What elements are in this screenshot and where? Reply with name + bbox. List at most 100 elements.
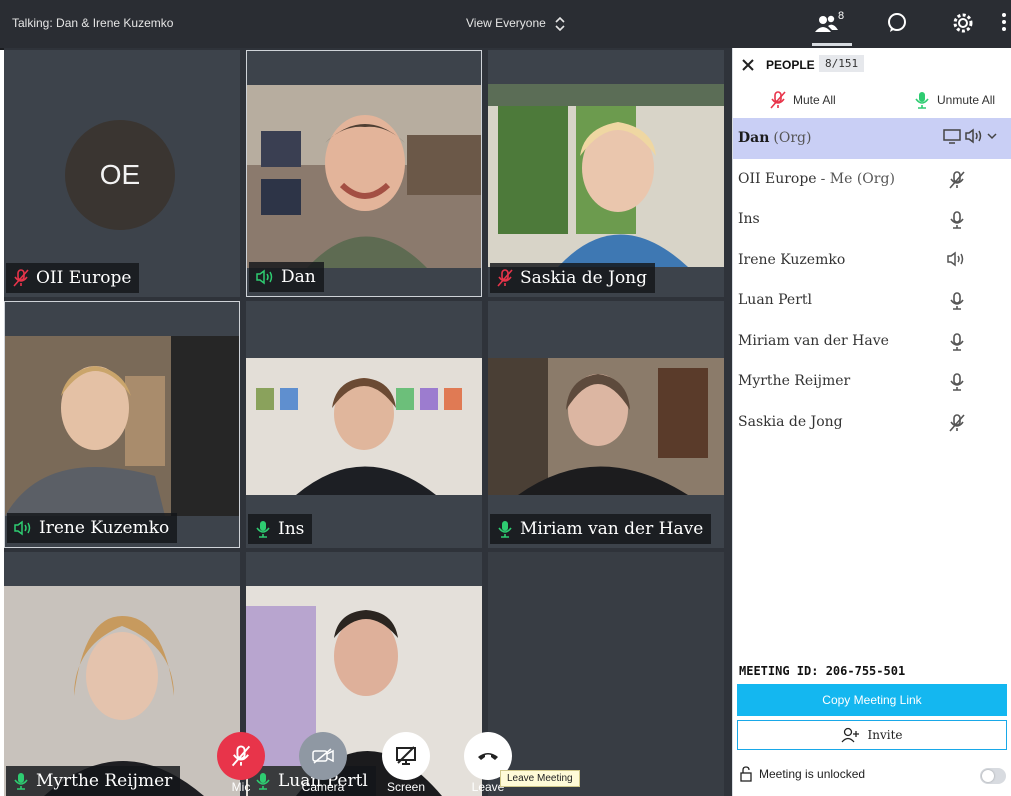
person-status	[948, 170, 966, 194]
screen-share-off-icon	[396, 746, 416, 765]
invite-button[interactable]: Invite	[737, 720, 1007, 750]
person-name: Miriam van der Have	[738, 332, 889, 349]
participant-name: Irene Kuzemko	[39, 518, 170, 538]
video-grid: OE OII Europe Dan Saskia de Jong Irene K…	[4, 48, 732, 796]
unmute-all-button[interactable]: Unmute All	[913, 90, 995, 110]
person-name: OII Europe - Me (Org)	[738, 170, 895, 187]
meeting-lock-status: Meeting is unlocked	[739, 766, 865, 782]
chat-button[interactable]	[886, 12, 908, 37]
mic-button[interactable]	[217, 732, 265, 780]
add-user-icon	[841, 727, 860, 743]
people-button[interactable]: 8	[812, 8, 852, 46]
list-item-irene-kuzemko[interactable]: Irene Kuzemko	[733, 240, 1011, 281]
mic-icon	[950, 292, 964, 310]
mic-muted-icon	[770, 91, 786, 109]
list-item-saskia-de-jong[interactable]: Saskia de Jong	[733, 402, 1011, 443]
person-status	[948, 210, 966, 234]
participant-name-tag: Dan	[249, 262, 324, 292]
mic-muted-icon	[949, 413, 965, 432]
close-icon[interactable]	[741, 58, 755, 72]
people-count-badge: 8/151	[819, 55, 865, 72]
camera-button[interactable]	[299, 732, 347, 780]
video-feed	[246, 586, 482, 796]
speaker-icon	[256, 269, 273, 285]
leave-meeting-tooltip: Leave Meeting	[500, 770, 580, 787]
gear-icon	[953, 13, 973, 33]
participant-tile-dan[interactable]: Dan	[246, 50, 482, 297]
mute-all-button[interactable]: Mute All	[769, 90, 836, 110]
unlock-icon	[740, 766, 752, 782]
mute-controls: Mute All Unmute All	[733, 84, 1011, 118]
lock-toggle[interactable]	[980, 768, 1006, 784]
participant-name: Dan	[281, 267, 316, 287]
mic-muted-icon	[949, 170, 965, 189]
chat-icon	[888, 13, 906, 32]
more-options-button[interactable]	[1001, 12, 1007, 35]
unlock-label: Meeting is unlocked	[759, 767, 866, 781]
settings-button[interactable]	[952, 12, 974, 37]
person-name: Irene Kuzemko	[738, 251, 846, 268]
talking-indicator: Talking: Dan & Irene Kuzemko	[12, 16, 174, 30]
people-list: Dan (Org) OII Europe - Me (Org) Ins Irene …	[733, 118, 1011, 442]
participant-tile-myrthe[interactable]: Myrthe Reijmer	[4, 552, 240, 796]
mic-icon	[950, 373, 964, 391]
participant-tile-miriam[interactable]: Miriam van der Have	[488, 301, 724, 548]
list-item-dan[interactable]: Dan (Org)	[733, 118, 1011, 159]
participant-name-tag: OII Europe	[6, 263, 140, 293]
list-item-luan-pertl[interactable]: Luan Pertl	[733, 280, 1011, 321]
camera-off-icon	[312, 748, 334, 764]
people-icon	[815, 15, 838, 32]
chevron-down-icon[interactable]	[986, 131, 998, 141]
participant-name: Myrthe Reijmer	[36, 771, 173, 791]
mic-icon	[950, 211, 964, 229]
participant-name: Ins	[278, 519, 305, 539]
people-count: 8	[838, 10, 845, 22]
list-item-myrthe-reijmer[interactable]: Myrthe Reijmer	[733, 361, 1011, 402]
participant-tile-ins[interactable]: Ins	[246, 301, 482, 548]
video-feed	[247, 85, 481, 268]
video-feed	[4, 586, 240, 796]
person-status	[942, 128, 998, 144]
more-vertical-icon	[1002, 13, 1006, 31]
person-name: Ins	[738, 211, 760, 228]
view-everyone-dropdown[interactable]: View Everyone	[466, 16, 565, 31]
mic-icon	[950, 332, 964, 351]
mic-icon	[915, 92, 929, 109]
speaker-icon	[965, 128, 982, 144]
participant-name: OII Europe	[36, 268, 132, 288]
copy-meeting-link-button[interactable]: Copy Meeting Link	[737, 684, 1007, 716]
camera-label: Camera	[301, 780, 345, 794]
panel-title: PEOPLE	[766, 58, 815, 72]
top-bar: Talking: Dan & Irene Kuzemko View Everyo…	[0, 0, 1011, 50]
list-item-miriam-van-der-have[interactable]: Miriam van der Have	[733, 321, 1011, 362]
mic-icon	[498, 521, 512, 538]
chevron-updown-icon	[555, 16, 565, 31]
list-item-ins[interactable]: Ins	[733, 199, 1011, 240]
participant-name-tag: Saskia de Jong	[490, 263, 656, 293]
avatar: OE	[65, 120, 175, 230]
meeting-id: MEETING ID: 206-755-501	[739, 664, 906, 678]
video-feed	[488, 358, 724, 495]
person-status	[948, 332, 966, 356]
mic-icon	[14, 773, 28, 790]
participant-tile-irene[interactable]: Irene Kuzemko	[4, 301, 240, 548]
participant-tile-oe[interactable]: OE OII Europe	[4, 50, 240, 297]
participant-tile-saskia[interactable]: Saskia de Jong	[488, 50, 724, 297]
people-panel: PEOPLE 8/151 Mute All Unmute All Dan (Org…	[732, 48, 1011, 796]
participant-name-tag: Miriam van der Have	[490, 514, 712, 544]
person-name: Myrthe Reijmer	[738, 373, 851, 390]
video-feed	[488, 84, 724, 267]
mic-muted-icon	[497, 269, 513, 287]
empty-tile	[488, 552, 724, 796]
person-status	[948, 291, 966, 315]
screen-share-button[interactable]	[382, 732, 430, 780]
mic-label: Mic	[231, 780, 251, 794]
invite-label: Invite	[867, 728, 903, 742]
participant-name-tag: Ins	[248, 514, 313, 544]
participant-tile-luan[interactable]: Luan Pertl	[246, 552, 482, 796]
person-name: Saskia de Jong	[738, 413, 843, 430]
person-name: Dan (Org)	[738, 130, 812, 147]
screen-icon	[943, 129, 961, 144]
list-item-oii-europe[interactable]: OII Europe - Me (Org)	[733, 159, 1011, 200]
video-feed	[5, 336, 239, 516]
